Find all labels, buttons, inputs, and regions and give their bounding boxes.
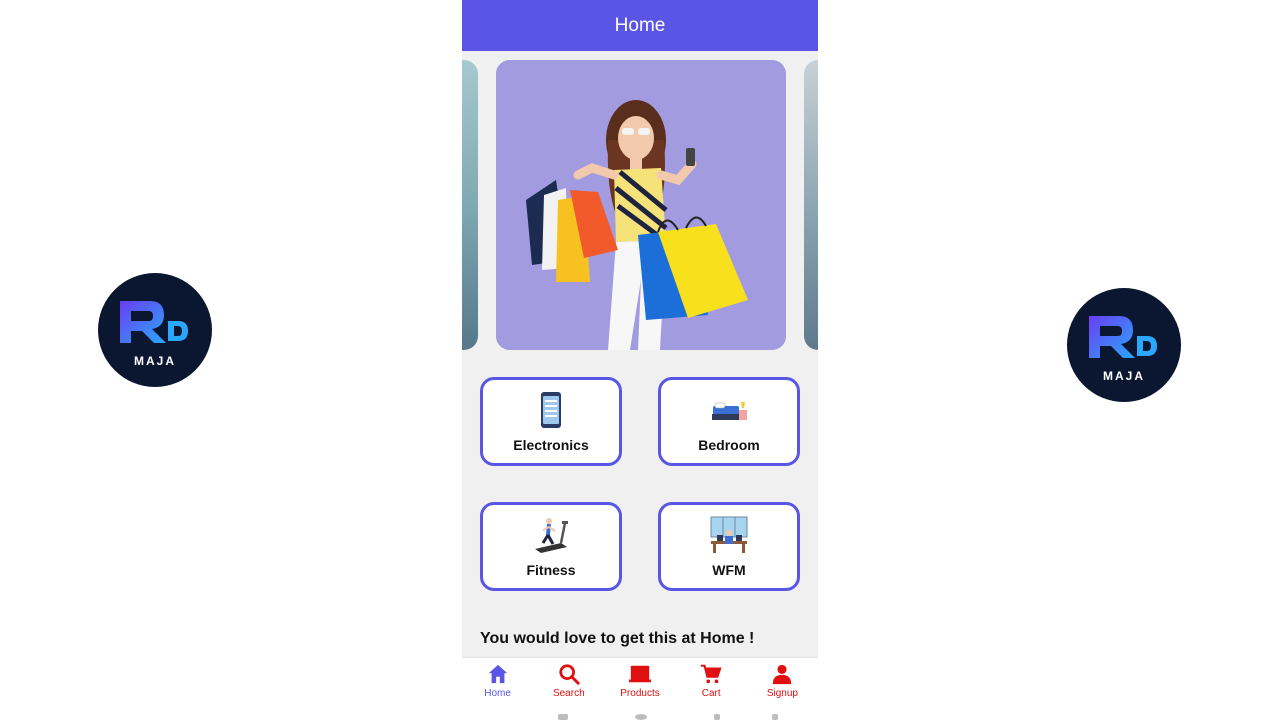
- page-title: Home: [614, 14, 666, 36]
- system-navigation-bar: [462, 702, 818, 720]
- category-label: Electronics: [513, 437, 589, 453]
- svg-text:MAJA: MAJA: [1103, 369, 1145, 383]
- nav-label: Products: [620, 688, 660, 699]
- recents-icon[interactable]: [558, 714, 568, 720]
- office-desk-icon: [710, 516, 748, 553]
- smartphone-icon: [541, 392, 561, 428]
- category-label: Bedroom: [698, 437, 760, 453]
- category-card-fitness[interactable]: Fitness: [480, 502, 622, 591]
- shopping-woman-image: [496, 60, 786, 350]
- nav-label: Search: [552, 688, 585, 699]
- nav-item-home[interactable]: Home: [462, 658, 533, 702]
- home-circle-icon[interactable]: [635, 714, 647, 720]
- bottom-navigation: Home Search Products Cart Signup: [462, 657, 818, 702]
- nav-label: Cart: [701, 688, 721, 699]
- bed-icon: [712, 402, 747, 420]
- brand-logo-mark: MAJA: [120, 301, 188, 368]
- brand-logo-right: MAJA: [1067, 288, 1181, 402]
- carousel-slide-next[interactable]: [804, 60, 818, 350]
- phone-screen: Home Electronics Bedroom Fitness WFM You…: [462, 0, 818, 720]
- accessibility-icon[interactable]: [772, 714, 778, 720]
- nav-item-cart[interactable]: Cart: [676, 658, 747, 702]
- home-icon: [488, 664, 507, 684]
- screen: MAJA MAJA Home Electronics Bedroom Fitne…: [0, 0, 1280, 720]
- image-carousel[interactable]: [462, 60, 818, 350]
- treadmill-icon: [535, 518, 568, 553]
- app-bar: Home: [462, 0, 818, 51]
- nav-label: Signup: [766, 688, 798, 699]
- carousel-slide-current[interactable]: [496, 60, 786, 350]
- user-icon: [773, 664, 792, 685]
- category-card-wfm[interactable]: WFM: [658, 502, 800, 591]
- carousel-slide-previous[interactable]: [462, 60, 478, 350]
- category-card-electronics[interactable]: Electronics: [480, 377, 622, 466]
- category-label: WFM: [712, 562, 746, 578]
- nav-item-products[interactable]: Products: [604, 658, 675, 702]
- back-icon[interactable]: [714, 714, 720, 720]
- cart-icon: [701, 664, 722, 684]
- nav-label: Home: [484, 688, 511, 699]
- nav-item-search[interactable]: Search: [533, 658, 604, 702]
- svg-text:MAJA: MAJA: [134, 354, 176, 368]
- nav-item-signup[interactable]: Signup: [747, 658, 818, 702]
- search-icon: [559, 664, 580, 685]
- category-label: Fitness: [526, 562, 576, 578]
- section-heading: You would love to get this at Home !: [480, 630, 755, 647]
- brand-logo-left: MAJA: [98, 273, 212, 387]
- category-card-bedroom[interactable]: Bedroom: [658, 377, 800, 466]
- laptop-icon: [629, 665, 651, 683]
- brand-logo-mark: MAJA: [1089, 316, 1157, 383]
